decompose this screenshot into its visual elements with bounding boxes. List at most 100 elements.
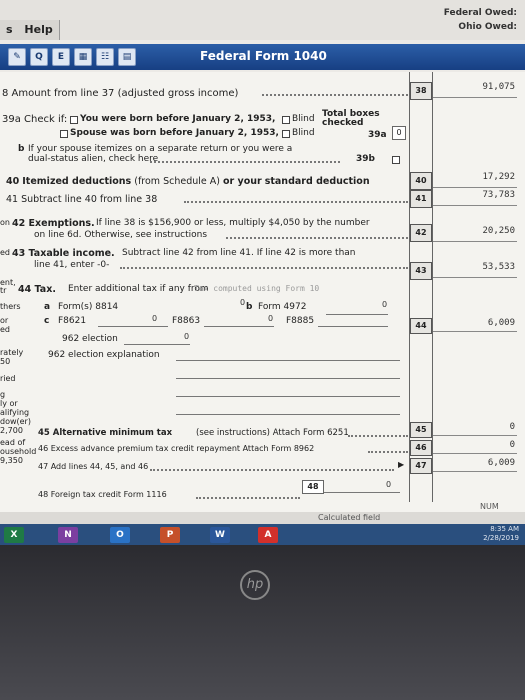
line44-b-label: b [246, 302, 253, 312]
dot-leader [368, 451, 408, 453]
line39a-total[interactable]: 0 [392, 126, 406, 140]
line44-election-field[interactable] [124, 344, 190, 345]
line40-bold: Itemized deductions [22, 176, 132, 187]
dot-leader [150, 161, 340, 163]
line47-amount[interactable]: 6,009 [433, 458, 517, 472]
line44-b-text: Form 4972 [258, 302, 307, 312]
explanation-field-1[interactable] [176, 360, 400, 361]
line43-text1: Subtract line 42 from line 41. If line 4… [122, 248, 356, 258]
cut-ly-or: ly or [0, 399, 18, 408]
form-title: Federal Form 1040 [200, 49, 327, 63]
spouse-born-checkbox[interactable] [60, 130, 68, 138]
line44-c-label: c [44, 316, 50, 326]
line46-amount[interactable]: 0 [433, 440, 517, 454]
menu-prefix: s [6, 23, 13, 36]
explanation-field-3[interactable] [176, 396, 400, 397]
line44-c-text: F8621 [58, 316, 87, 326]
line44-c-value[interactable]: 0 [152, 314, 157, 323]
onenote-icon[interactable]: N [58, 527, 78, 543]
line39b-text2: dual-status alien, check here [28, 154, 159, 164]
line44-f8863-field[interactable] [204, 326, 274, 327]
line48-value[interactable]: 0 [386, 480, 391, 489]
line44-a-label: a [44, 302, 51, 312]
form-1040: 8 Amount from line 37 (adjusted gross in… [0, 72, 525, 512]
line45-amount[interactable]: 0 [433, 422, 517, 436]
line45-text: (see instructions) Attach Form 6251 [196, 428, 349, 438]
pen-icon[interactable]: ✎ [8, 48, 26, 66]
line44-b-value[interactable]: 0 [382, 300, 387, 309]
word-icon[interactable]: W [210, 527, 230, 543]
line41-label: 41 Subtract line 40 from line 38 [6, 194, 158, 205]
owed-summary: Federal Owed: Ohio Owed: [444, 6, 517, 34]
total-boxes-label: Total boxes checked [322, 109, 380, 128]
cut-ried: ried [0, 374, 16, 383]
cut-ead-of: ead of [0, 438, 26, 447]
cut-tr: tr [0, 286, 7, 295]
line44-f8885-field[interactable] [318, 326, 388, 327]
line40-std: standard deduction [264, 176, 370, 187]
powerpoint-icon[interactable]: P [160, 527, 180, 543]
line39b-checkbox[interactable] [392, 156, 400, 164]
line44-text1: Enter additional tax if any from [68, 284, 209, 294]
clock: 8:35 AM 2/28/2019 [483, 525, 519, 543]
line39a-number: 39a [368, 130, 387, 140]
line38-label: 8 Amount from line 37 (adjusted gross in… [2, 88, 239, 99]
you-blind-checkbox[interactable] [282, 116, 290, 124]
qa-icon[interactable]: Q [30, 48, 48, 66]
calculated-field-label: Calculated field [318, 513, 381, 522]
line48-field[interactable] [324, 492, 400, 493]
line44-f8863-value[interactable]: 0 [268, 314, 273, 323]
eo-icon[interactable]: E [52, 48, 70, 66]
explanation-field-4[interactable] [176, 414, 400, 415]
excel-icon[interactable]: X [4, 527, 24, 543]
cut-alifying: alifying [0, 408, 30, 417]
acrobat-icon[interactable]: A [258, 527, 278, 543]
explanation-field-2[interactable] [176, 378, 400, 379]
line44-a-value[interactable]: 0 [240, 298, 245, 307]
line41-number: 41 [410, 190, 432, 208]
hp-logo: hp [240, 570, 270, 600]
line45-number: 45 [410, 422, 432, 438]
cut-rately: rately [0, 348, 24, 357]
line43-text2: line 41, enter -0- [34, 260, 110, 270]
help-menu[interactable]: s Help [0, 20, 60, 40]
form-title-bar: ✎ Q E ▦ ☷ ▤ Federal Form 1040 [0, 44, 525, 70]
dot-leader [226, 237, 408, 239]
outlook-icon[interactable]: O [110, 527, 130, 543]
line43-number: 43 [410, 262, 432, 280]
line42-text2: on line 6d. Otherwise, see instructions [34, 230, 208, 240]
print-icon[interactable]: ▤ [118, 48, 136, 66]
grid-icon[interactable]: ▦ [74, 48, 92, 66]
line48-text: 48 Foreign tax credit Form 1116 [38, 490, 167, 499]
line38-amount[interactable]: 91,075 [433, 82, 517, 98]
dot-leader [262, 94, 408, 96]
line42-number: 42 [410, 224, 432, 242]
spouse-blind-checkbox[interactable] [282, 130, 290, 138]
line44-c-field[interactable] [98, 326, 168, 327]
line43-amount[interactable]: 53,533 [433, 262, 517, 278]
line44-election-value[interactable]: 0 [184, 332, 189, 341]
line44-bold: 44 Tax. [18, 284, 56, 295]
line42-text1: If line 38 is $156,900 or less, multiply… [96, 218, 370, 228]
line40-label: 40 Itemized deductions (from Schedule A)… [6, 176, 370, 187]
screen: s Help Federal Owed: Ohio Owed: ✎ Q E ▦ … [0, 0, 525, 545]
line39b-number: 39b [356, 154, 375, 164]
tree-icon[interactable]: ☷ [96, 48, 114, 66]
clock-time: 8:35 AM [490, 525, 519, 533]
cut-9350: 9,350 [0, 456, 23, 465]
spouse-blind-label: Blind [292, 128, 315, 138]
column-divider [432, 72, 433, 502]
you-born-checkbox[interactable] [70, 116, 78, 124]
line40-or: or your [222, 176, 262, 187]
line42-amount[interactable]: 20,250 [433, 226, 517, 242]
spouse-born-label: Spouse was born before January 2, 1953, [70, 128, 279, 138]
line44-b-field[interactable] [326, 314, 388, 315]
cut-50: 50 [0, 357, 11, 366]
help-label: Help [24, 23, 53, 36]
line47-number: 47 [410, 458, 432, 474]
line41-amount[interactable]: 73,783 [433, 190, 517, 206]
cut-dower: dow(er) [0, 417, 31, 426]
line44-amount[interactable]: 6,009 [433, 318, 517, 332]
line40-amount[interactable]: 17,292 [433, 172, 517, 188]
line42-prefix: on [0, 218, 10, 227]
